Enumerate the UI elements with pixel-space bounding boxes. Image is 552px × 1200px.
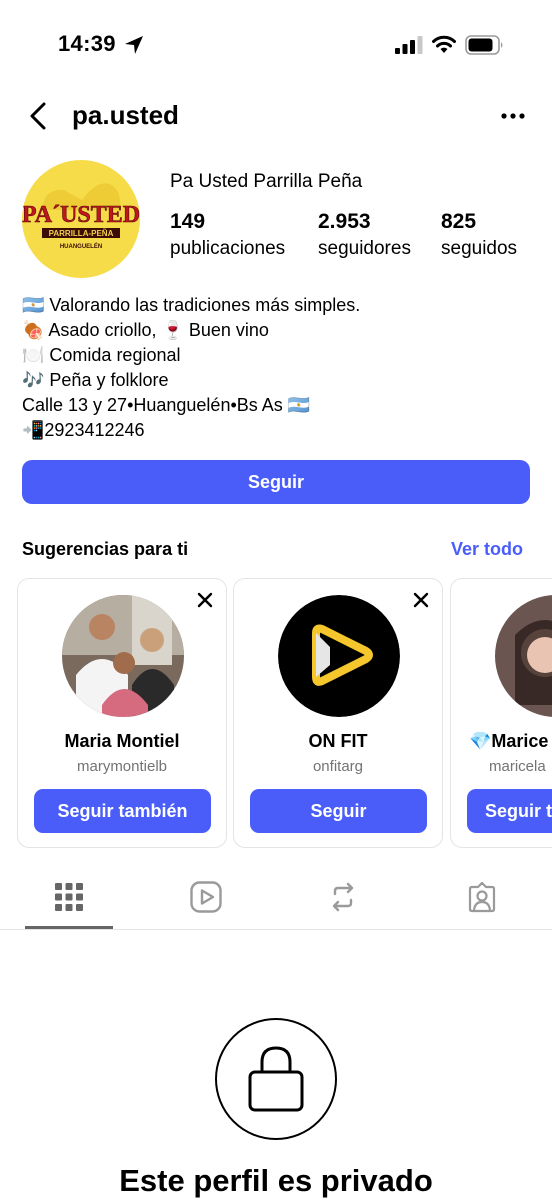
stat-followers-label: seguidores	[318, 238, 411, 259]
active-tab-indicator	[25, 926, 113, 929]
status-time: 14:39	[58, 31, 116, 56]
status-bar: 14:39	[0, 0, 552, 90]
suggestion-handle: maricela	[489, 758, 546, 775]
profile-header: pa.usted	[0, 90, 552, 144]
suggestion-name: Maria Montiel	[64, 731, 180, 751]
suggestion-card[interactable]: ON FIT onfitarg Seguir	[233, 578, 443, 848]
bio-line: Calle 13 y 27•Huanguelén•Bs As 🇦🇷	[22, 395, 311, 415]
svg-text:HUANGUELÉN: HUANGUELÉN	[60, 242, 102, 250]
profile-tabs	[0, 872, 552, 930]
bio-line: 🎶 Peña y folklore	[22, 370, 169, 390]
stat-following-label: seguidos	[441, 238, 518, 259]
close-icon[interactable]	[412, 591, 430, 609]
back-chevron-icon[interactable]	[26, 100, 50, 132]
location-arrow-icon	[125, 36, 143, 54]
close-icon[interactable]	[196, 591, 214, 609]
see-all-link[interactable]: Ver todo	[451, 539, 523, 560]
stat-publications-count: 149	[170, 210, 206, 233]
signal-icon	[395, 36, 423, 54]
suggestion-card[interactable]: 💎Marice maricela Seguir t	[450, 578, 552, 848]
battery-icon	[465, 35, 503, 55]
suggestion-card[interactable]: Maria Montiel marymontielb Seguir tambié…	[17, 578, 227, 848]
profile-username: pa.usted	[72, 100, 179, 130]
bio-line: 🍖 Asado criollo, 🍷 Buen vino	[22, 320, 269, 340]
bio-line: 🇦🇷 Valorando las tradiciones más simples…	[22, 295, 361, 315]
profile-display-name: Pa Usted Parrilla Peña	[170, 171, 363, 192]
suggestion-name: 💎Marice	[469, 731, 549, 751]
private-lock-badge	[215, 1018, 337, 1140]
follow-button[interactable]: Seguir	[22, 460, 530, 504]
svg-text:PA´USTED: PA´USTED	[22, 202, 140, 228]
reposts-icon[interactable]	[326, 880, 360, 914]
stat-followers[interactable]: 2.953 seguidores	[318, 210, 411, 260]
private-profile-title: Este perfil es privado	[119, 1163, 433, 1198]
suggestion-handle: onfitarg	[312, 758, 364, 775]
stat-publications[interactable]: 149 publicaciones	[170, 210, 285, 260]
reels-icon[interactable]	[189, 880, 223, 914]
stat-following[interactable]: 825 seguidos	[441, 210, 517, 260]
lock-icon	[248, 1046, 304, 1112]
tagged-icon[interactable]	[465, 880, 499, 914]
stat-publications-label: publicaciones	[170, 238, 286, 259]
follow-suggestion-button[interactable]: Seguir t	[467, 789, 552, 833]
profile-bio: 🇦🇷 Valorando las tradiciones más simples…	[22, 293, 532, 443]
suggestion-avatar	[495, 595, 552, 717]
more-icon[interactable]	[498, 106, 528, 126]
wifi-icon	[432, 35, 456, 53]
follow-back-button[interactable]: Seguir también	[34, 789, 211, 833]
grid-icon[interactable]	[52, 880, 86, 914]
onfit-logo-avatar	[278, 595, 400, 717]
profile-avatar[interactable]: PA´USTED PARRILLA-PEÑA HUANGUELÉN	[22, 160, 140, 278]
stat-followers-count: 2.953	[318, 210, 371, 233]
suggestion-avatar	[62, 595, 184, 717]
suggestion-handle: marymontielb	[76, 758, 168, 775]
bio-phone[interactable]: 📲2923412246	[22, 418, 532, 443]
pa-usted-logo: PA´USTED PARRILLA-PEÑA HUANGUELÉN	[22, 183, 140, 250]
suggestion-name: ON FIT	[308, 731, 368, 751]
bio-line: 🍽️ Comida regional	[22, 345, 181, 365]
svg-text:PARRILLA-PEÑA: PARRILLA-PEÑA	[49, 229, 114, 238]
suggestions-title: Sugerencias para ti	[22, 539, 189, 559]
stat-following-count: 825	[441, 210, 477, 233]
follow-suggestion-button[interactable]: Seguir	[250, 789, 427, 833]
